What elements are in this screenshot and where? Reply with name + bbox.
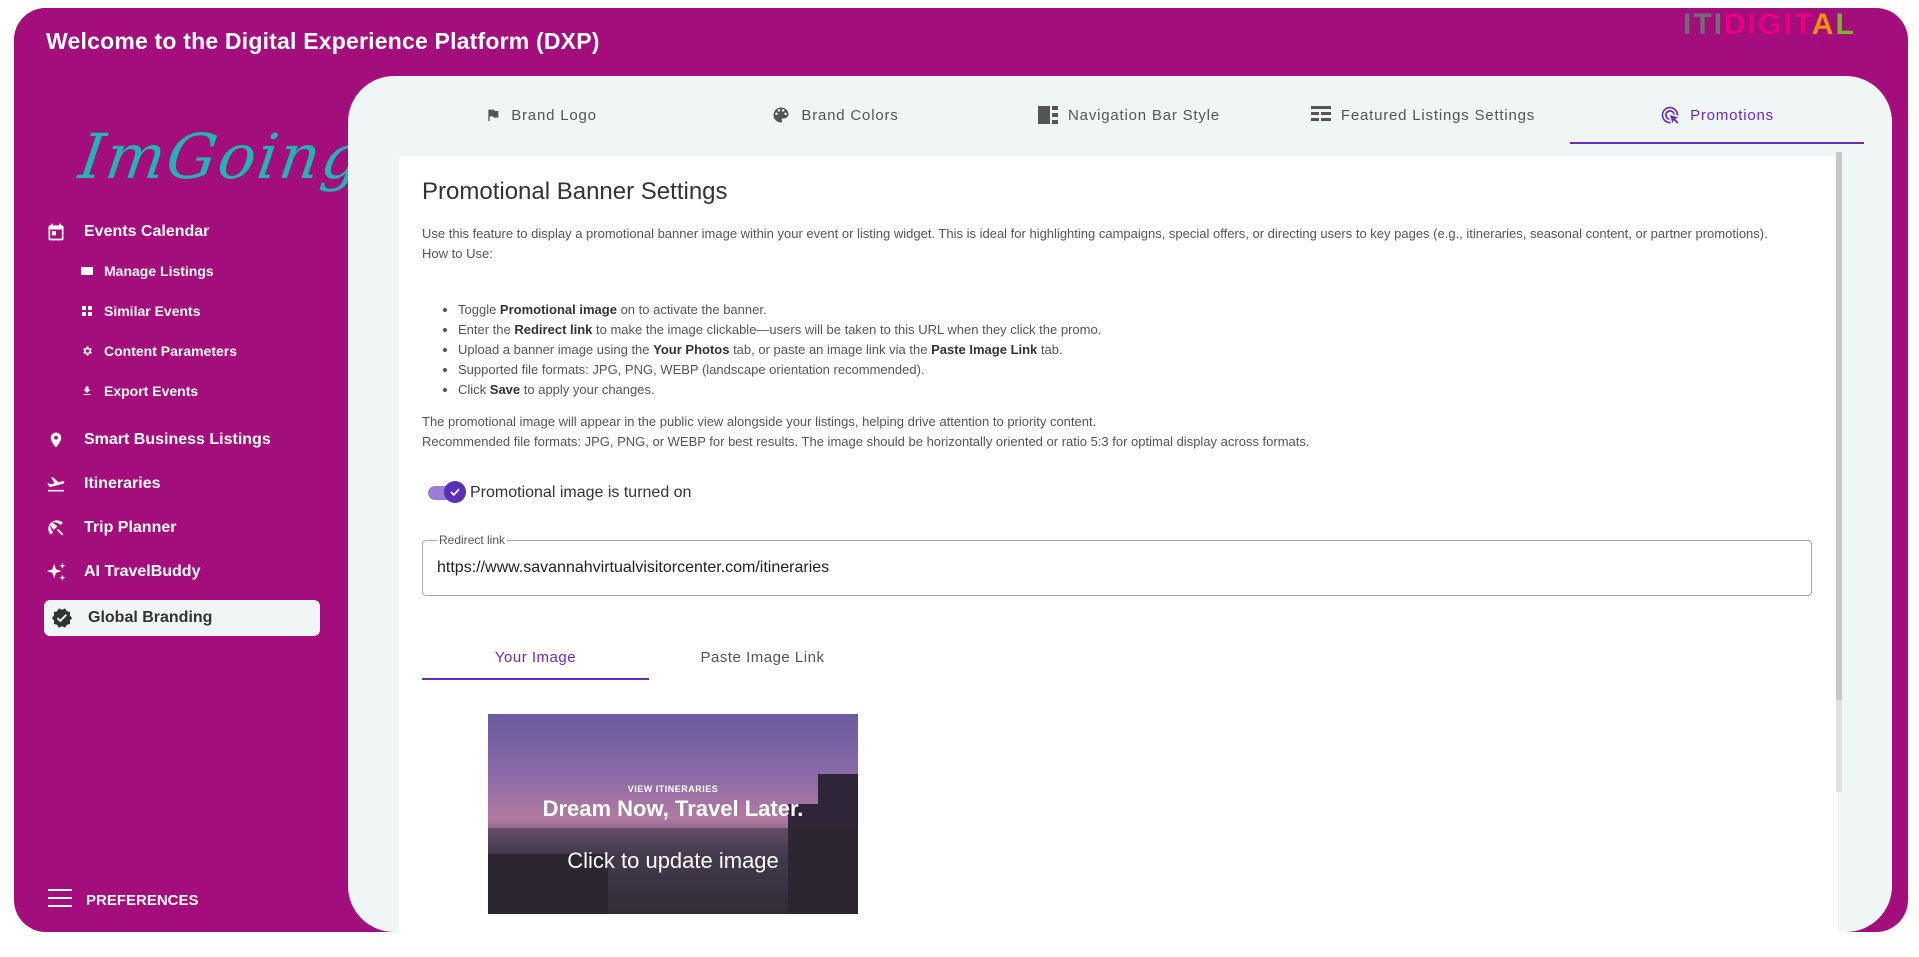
tab-paste-image-link[interactable]: Paste Image Link (649, 634, 876, 680)
tab-brand-logo[interactable]: Brand Logo (394, 86, 688, 144)
redirect-link-label: Redirect link (437, 533, 508, 547)
logo-part: A (1811, 8, 1836, 41)
redirect-link-input[interactable] (423, 541, 1811, 595)
sidebar: ImGoing Events Calendar Manage Listings … (14, 80, 369, 930)
redirect-link-field[interactable]: Redirect link (422, 533, 1812, 596)
ads-click-icon (1660, 105, 1680, 125)
logo-part: L (1835, 8, 1856, 41)
featured-list-icon (1310, 106, 1331, 124)
sidebar-item-label: Events Calendar (84, 223, 210, 240)
sidebar-item-label: Similar Events (104, 303, 201, 319)
intro-text: Use this feature to display a promotiona… (422, 224, 1822, 264)
menu-icon (48, 888, 74, 912)
palette-icon (771, 105, 791, 125)
scrollbar-thumb[interactable] (1836, 152, 1842, 700)
app-title: Welcome to the Digital Experience Platfo… (46, 28, 600, 54)
sidebar-item-label: Trip Planner (84, 519, 177, 536)
sidebar-item-label: Manage Listings (104, 263, 214, 279)
update-image-label: Click to update image (567, 848, 779, 873)
list-item: Upload a banner image using the Your Pho… (458, 340, 1101, 360)
list-item: Enter the Redirect link to make the imag… (458, 320, 1101, 340)
list-item: Toggle Promotional image on to activate … (458, 300, 1101, 320)
main-panel: Brand Logo Brand Colors Navigation Bar S… (348, 76, 1892, 932)
verified-badge-icon (50, 606, 74, 630)
banner-image-preview[interactable]: VIEW ITINERARIES Dream Now, Travel Later… (488, 714, 858, 914)
sidebar-item-ai-travelbuddy[interactable]: AI TravelBuddy (44, 554, 200, 590)
sidebar-item-label: Smart Business Listings (84, 431, 271, 448)
logo-part: ITI (1683, 8, 1724, 41)
sidebar-item-global-branding[interactable]: Global Branding (44, 600, 320, 636)
sidebar-item-manage-listings[interactable]: Manage Listings (80, 256, 214, 286)
tab-your-image[interactable]: Your Image (422, 634, 649, 680)
tab-navigation-bar-style[interactable]: Navigation Bar Style (982, 86, 1276, 144)
location-pin-icon (44, 428, 68, 452)
logo-part: DIGIT (1724, 8, 1812, 41)
promotional-image-toggle[interactable]: Promotional image is turned on (428, 481, 692, 503)
tab-label: Promotions (1690, 106, 1774, 124)
sidebar-item-similar-events[interactable]: Similar Events (80, 296, 201, 326)
preferences-button[interactable]: PREFERENCES (48, 888, 199, 912)
calendar-icon (44, 220, 68, 244)
sidebar-item-label: Itineraries (84, 475, 161, 492)
sidebar-item-label: AI TravelBuddy (84, 563, 201, 580)
gear-icon (80, 345, 94, 357)
plane-icon (44, 472, 68, 496)
sidebar-item-label: Content Parameters (104, 343, 238, 359)
sidebar-item-smart-business-listings[interactable]: Smart Business Listings (44, 422, 271, 458)
banner-subtitle: VIEW ITINERARIES (627, 784, 719, 794)
note-line: Recommended file formats: JPG, PNG, or W… (422, 434, 1310, 449)
sidebar-item-events-calendar[interactable]: Events Calendar (44, 214, 209, 250)
download-icon (80, 385, 94, 397)
notes: The promotional image will appear in the… (422, 412, 1310, 452)
navbar-icon (1038, 106, 1059, 124)
flag-icon (485, 106, 501, 124)
tab-featured-listings-settings[interactable]: Featured Listings Settings (1276, 86, 1570, 144)
beach-umbrella-icon (44, 516, 68, 540)
intro-paragraph: Use this feature to display a promotiona… (422, 226, 1768, 241)
grid-icon (80, 305, 94, 317)
tab-label: Navigation Bar Style (1068, 106, 1220, 124)
sidebar-item-export-events[interactable]: Export Events (80, 376, 198, 406)
image-source-tabs: Your Image Paste Image Link (422, 634, 882, 680)
toggle-label: Promotional image is turned on (470, 484, 692, 501)
how-to-label: How to Use: (422, 246, 493, 261)
toggle-track[interactable] (428, 481, 466, 503)
preferences-label: PREFERENCES (86, 891, 199, 909)
tab-label: Brand Colors (801, 106, 899, 124)
tab-brand-colors[interactable]: Brand Colors (688, 86, 982, 144)
imgoing-logo: ImGoing (74, 120, 369, 193)
check-icon (444, 481, 466, 503)
sidebar-item-itineraries[interactable]: Itineraries (44, 466, 160, 502)
list-item: Supported file formats: JPG, PNG, WEBP (… (458, 360, 1101, 380)
how-to-list: Toggle Promotional image on to activate … (458, 300, 1101, 400)
branding-tabs: Brand Logo Brand Colors Navigation Bar S… (394, 86, 1864, 144)
tab-label: Featured Listings Settings (1340, 106, 1536, 124)
iti-digital-logo: ITIDIGITAL travel software solutions (1683, 10, 1863, 52)
sidebar-item-label: Export Events (104, 383, 199, 399)
list-item: Click Save to apply your changes. (458, 380, 1101, 400)
list-icon (80, 266, 94, 276)
note-line: The promotional image will appear in the… (422, 414, 1097, 429)
sparkle-icon (44, 560, 68, 584)
sidebar-item-label: Global Branding (88, 609, 213, 626)
page-title: Promotional Banner Settings (422, 178, 728, 205)
sidebar-item-content-parameters[interactable]: Content Parameters (80, 336, 237, 366)
promotions-card: Promotional Banner Settings Use this fea… (398, 156, 1838, 932)
banner-headline: Dream Now, Travel Later. (542, 796, 804, 821)
tab-label: Brand Logo (511, 106, 597, 124)
sidebar-item-trip-planner[interactable]: Trip Planner (44, 510, 176, 546)
tab-promotions[interactable]: Promotions (1570, 86, 1864, 144)
